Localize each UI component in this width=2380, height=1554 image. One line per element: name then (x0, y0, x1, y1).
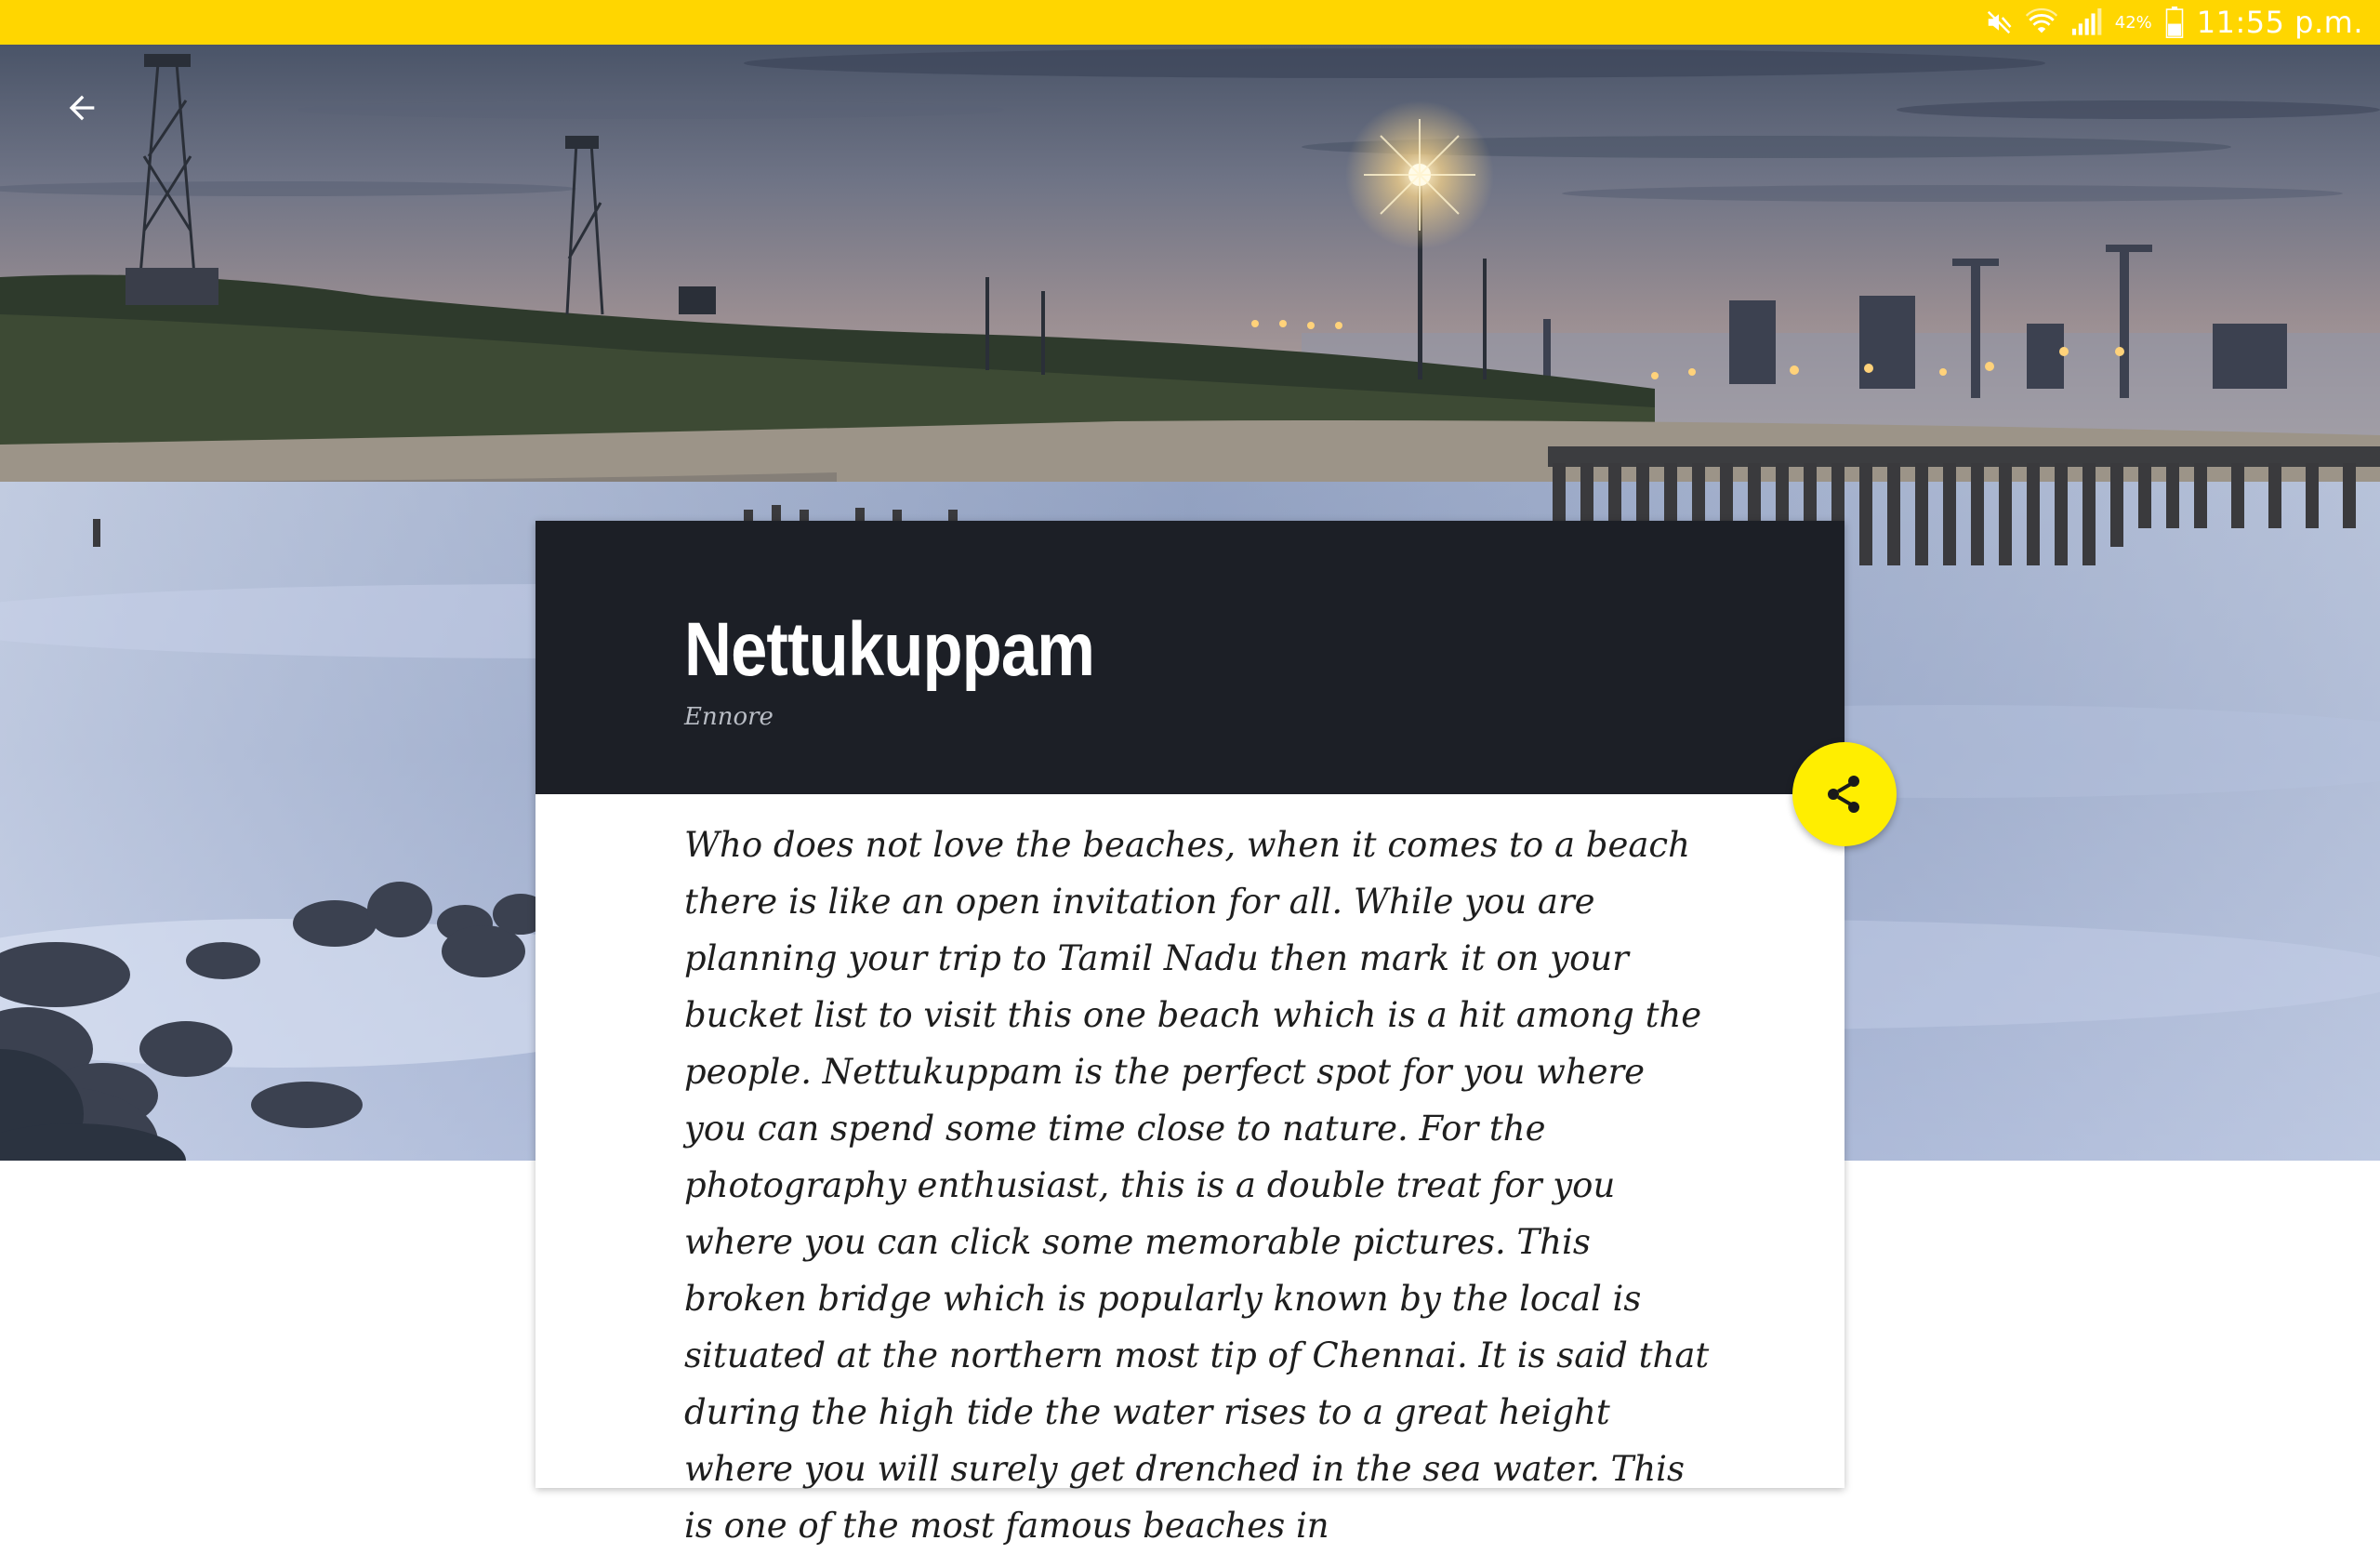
status-icons: 42% 11:55 p.m. (1985, 0, 2363, 45)
place-card: Nettukuppam Ennore Who does not love the… (536, 521, 1844, 1546)
status-time: 11:55 p.m. (2196, 5, 2363, 40)
signal-icon (2070, 8, 2102, 36)
place-title: Nettukuppam (684, 607, 1095, 692)
place-header: Nettukuppam Ennore (536, 521, 1844, 794)
wifi-icon (2025, 7, 2057, 38)
arrow-left-icon (69, 95, 95, 121)
place-description: Who does not love the beaches, when it c… (684, 825, 1710, 1546)
battery-icon (2165, 7, 2184, 38)
share-button[interactable] (1792, 742, 1897, 846)
battery-percent: 42% (2114, 12, 2152, 33)
place-location: Ennore (684, 703, 774, 731)
share-icon (1828, 776, 1859, 813)
mute-icon (1985, 8, 2013, 36)
status-bar: 42% 11:55 p.m. (0, 0, 2380, 45)
back-button[interactable] (52, 78, 112, 138)
